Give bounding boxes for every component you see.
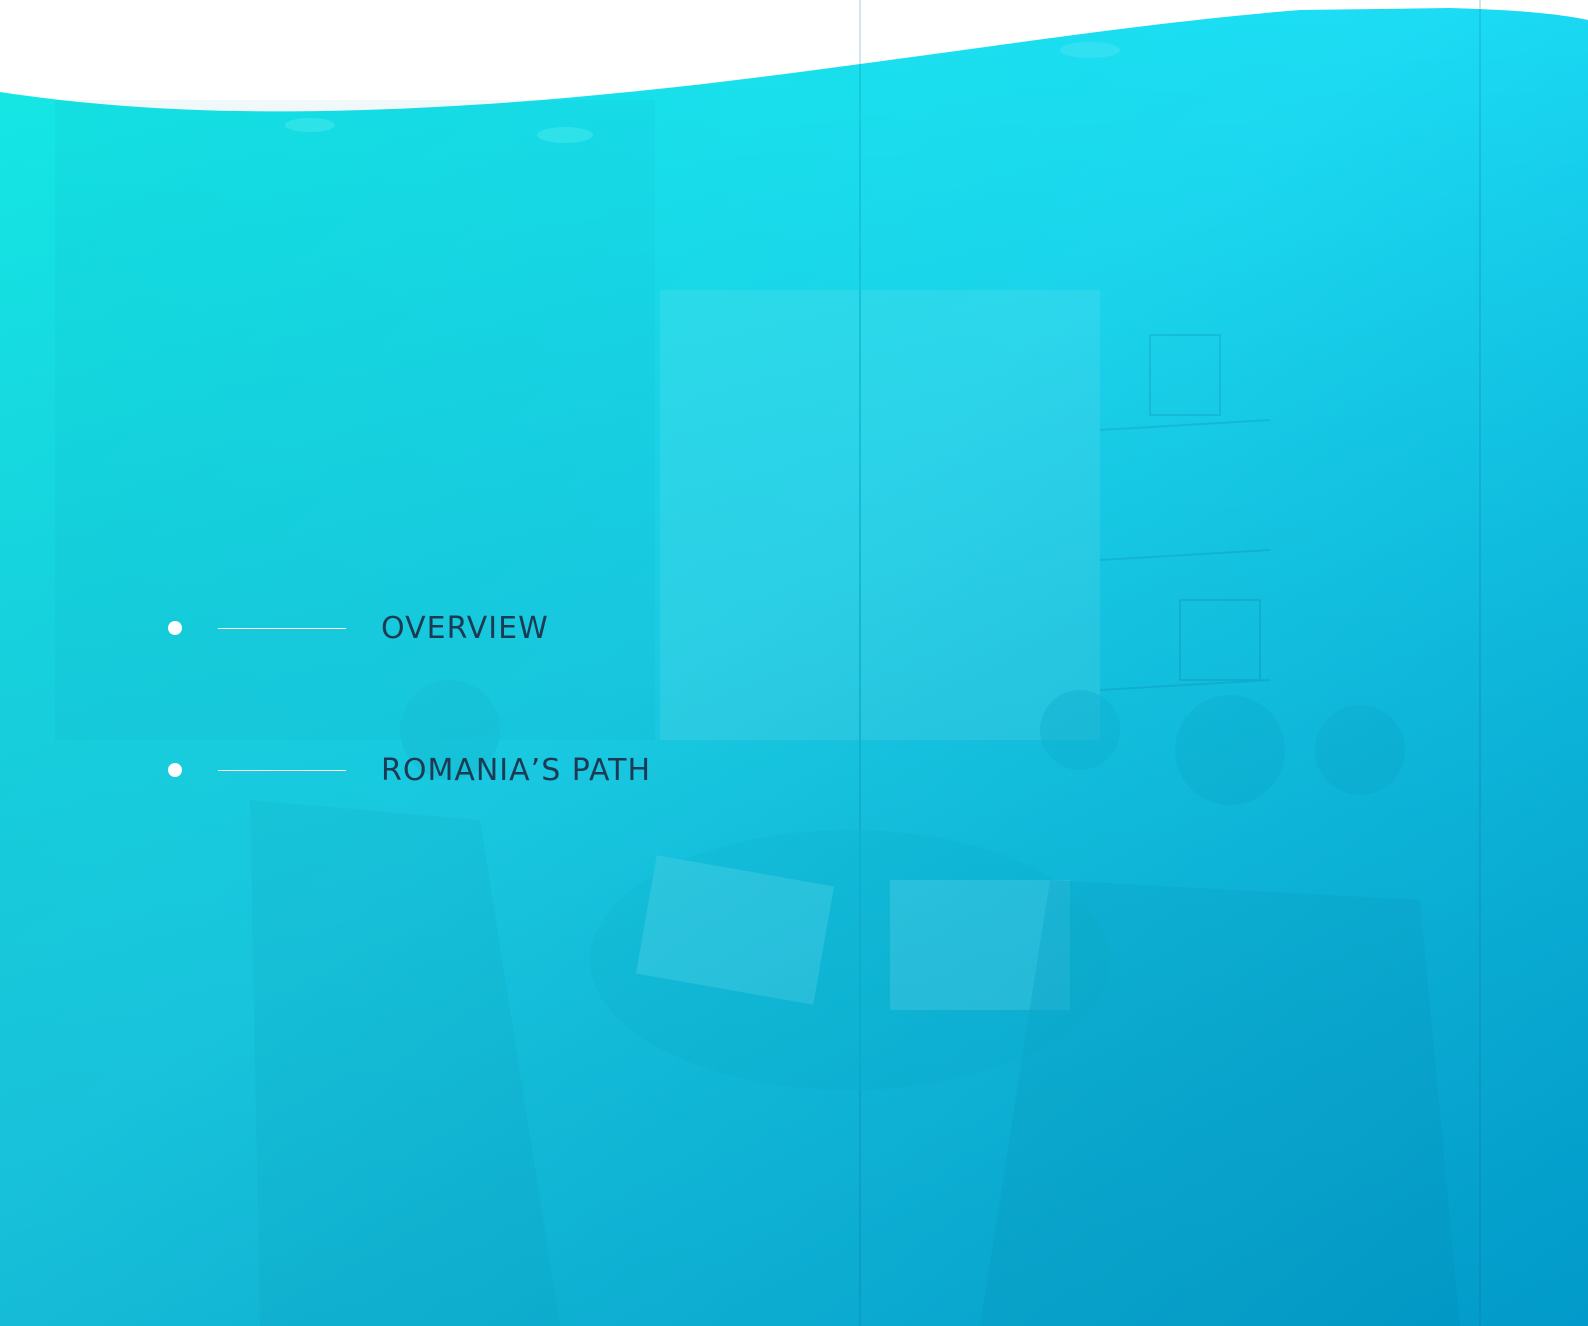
bullet-dot-icon xyxy=(168,621,182,635)
connector-line xyxy=(218,627,346,629)
nav-item-romanias-path[interactable]: ROMANIA’S PATH xyxy=(168,750,651,790)
nav-item-overview[interactable]: OVERVIEW xyxy=(168,608,549,648)
section-nav: OVERVIEW ROMANIA’S PATH xyxy=(0,0,1588,1326)
nav-item-label: OVERVIEW xyxy=(381,610,549,646)
hero-section: OVERVIEW ROMANIA’S PATH xyxy=(0,0,1588,1326)
nav-item-label: ROMANIA’S PATH xyxy=(381,752,652,788)
bullet-dot-icon xyxy=(168,763,182,777)
connector-line xyxy=(218,769,346,771)
